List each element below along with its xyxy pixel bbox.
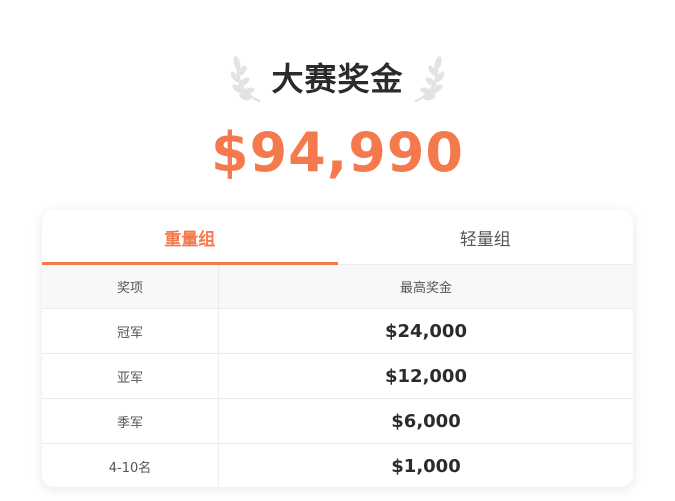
tab-bar: 重量组 轻量组 — [42, 210, 633, 265]
prize-cell: $24,000 — [385, 320, 467, 342]
tab-heavyweight[interactable]: 重量组 — [42, 210, 338, 265]
column-header-place: 奖项 — [42, 265, 219, 308]
column-header-prize: 最高奖金 — [399, 281, 452, 296]
place-cell: 季军 — [42, 399, 219, 443]
table-row: 冠军 $24,000 — [42, 309, 633, 354]
laurel-left-icon — [231, 56, 261, 103]
prize-page: 大赛奖金 $94,990 重量组 轻量组 奖项 最高奖金 冠军 $24,000 … — [0, 0, 675, 501]
prize-card: 重量组 轻量组 奖项 最高奖金 冠军 $24,000 亚军 $12,000 季军… — [42, 210, 633, 487]
tab-lightweight[interactable]: 轻量组 — [338, 210, 634, 264]
title-row: 大赛奖金 — [0, 48, 675, 106]
place-cell: 亚军 — [42, 354, 219, 398]
table-row: 4-10名 $1,000 — [42, 444, 633, 487]
prize-cell: $12,000 — [385, 365, 467, 387]
table-row: 季军 $6,000 — [42, 399, 633, 444]
table-header: 奖项 最高奖金 — [42, 265, 633, 309]
page-title: 大赛奖金 — [271, 60, 404, 98]
prize-cell: $1,000 — [391, 455, 461, 477]
place-cell: 4-10名 — [42, 444, 219, 487]
total-prize-amount: $94,990 — [211, 121, 464, 184]
table-row: 亚军 $12,000 — [42, 354, 633, 399]
prize-cell: $6,000 — [391, 410, 461, 432]
place-cell: 冠军 — [42, 309, 219, 353]
laurel-right-icon — [414, 56, 444, 103]
